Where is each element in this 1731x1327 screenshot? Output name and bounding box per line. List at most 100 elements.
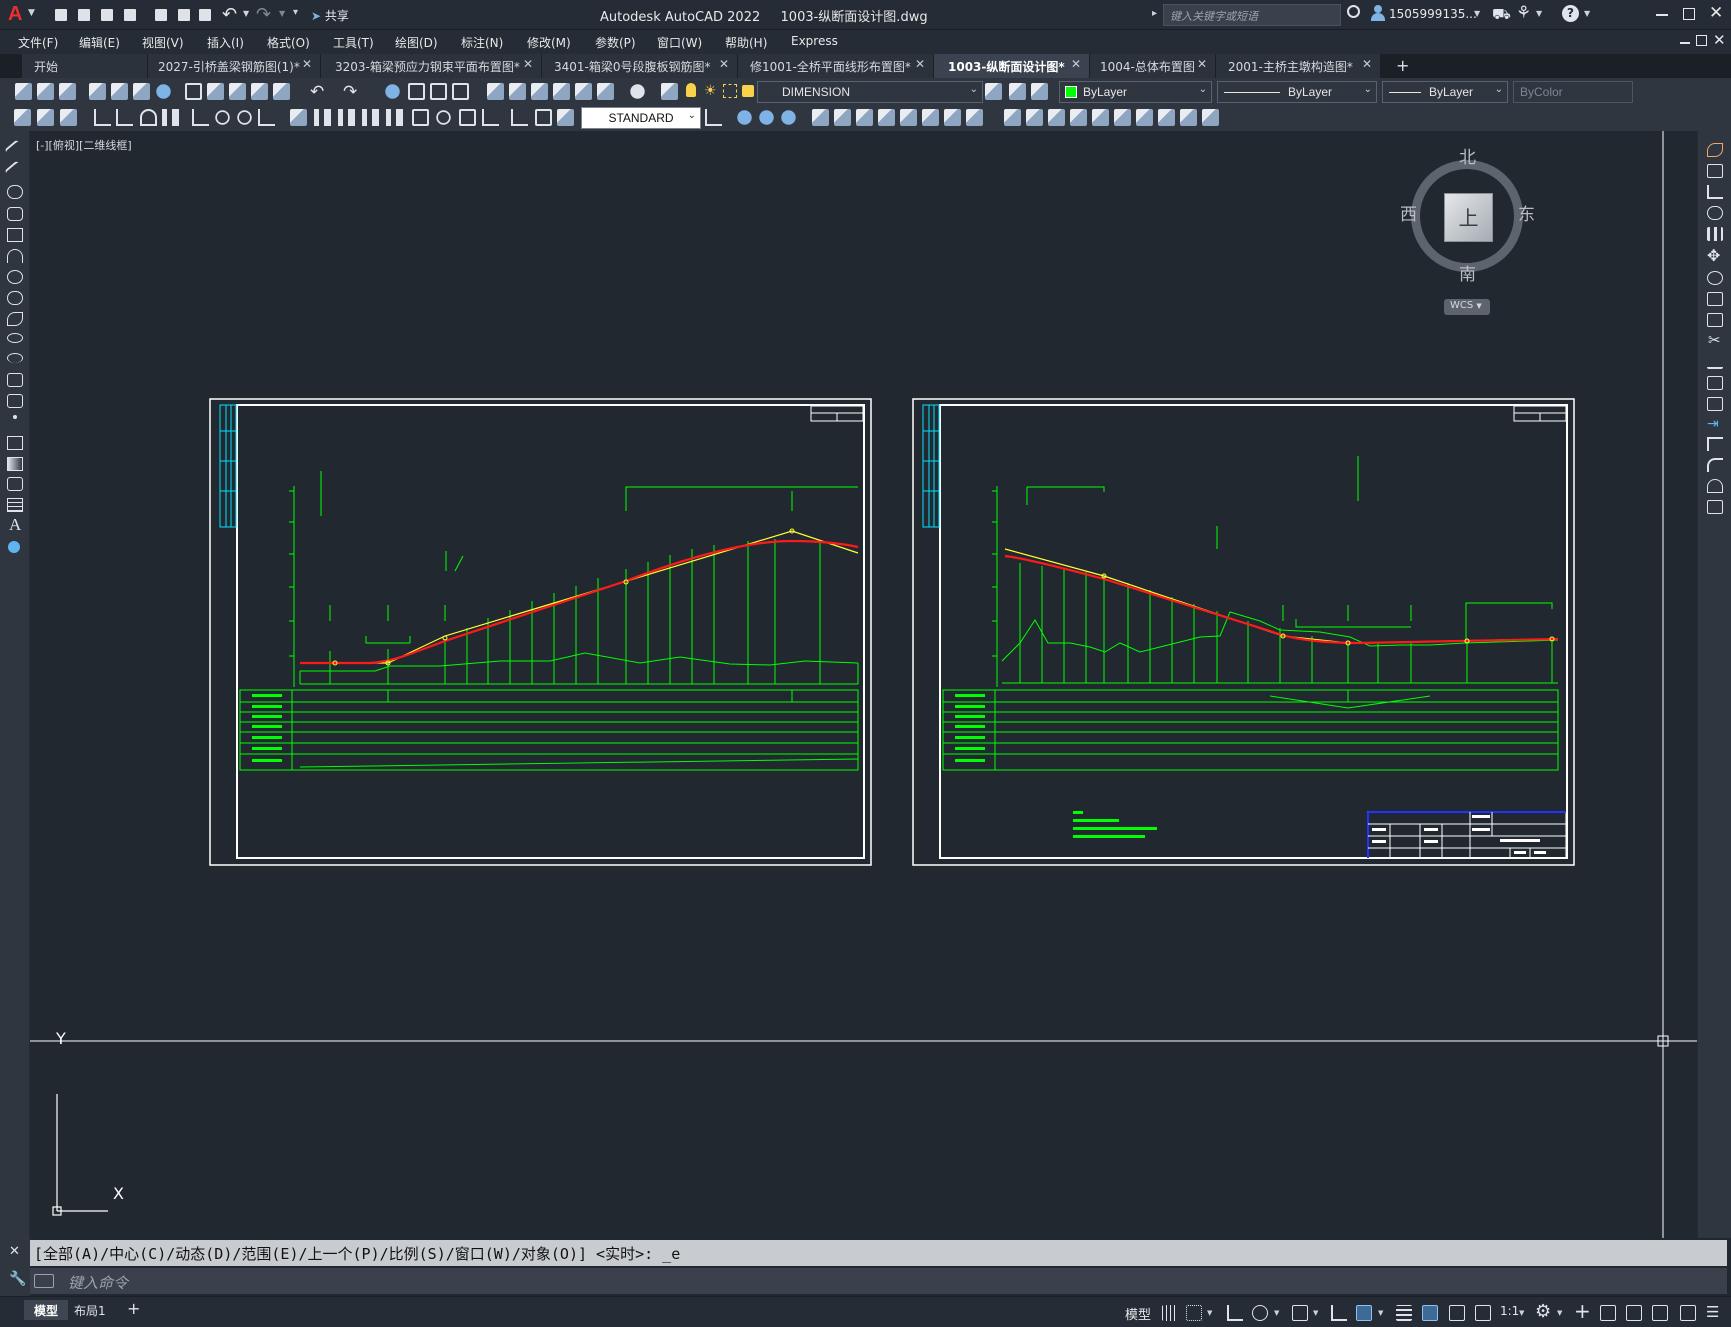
workspace-dropdown-icon[interactable]: ▼ (1557, 1309, 1562, 1317)
tab-2001[interactable]: 2001-主桥主墩构造图* ✕ (1216, 54, 1381, 78)
layer-lock-icon[interactable] (742, 85, 754, 97)
menu-item-modify[interactable]: 修改(M) (527, 34, 571, 51)
compass-north[interactable]: 北 (1459, 143, 1476, 168)
offset-icon[interactable] (1707, 206, 1723, 220)
tab-model-layout[interactable]: 模型 (24, 1300, 69, 1320)
explode-icon[interactable] (1707, 500, 1723, 514)
viewcube[interactable]: 上 北 南 西 东 WCS ▼ (1400, 143, 1536, 315)
doc-minimize-icon[interactable] (1680, 42, 1690, 44)
add-layout-button[interactable]: + (127, 1299, 140, 1318)
tolerance-icon[interactable] (412, 109, 429, 126)
arc-length-icon[interactable] (140, 109, 157, 126)
customize-icon[interactable]: 🔧 (9, 1271, 26, 1287)
compass-west[interactable]: 西 (1400, 200, 1417, 225)
make-block-icon[interactable] (7, 394, 23, 408)
layer-dropdown[interactable]: DIMENSION ⌄ (757, 81, 983, 103)
app-dropdown-icon[interactable]: ▼ (1536, 9, 1542, 18)
extract-edges-icon[interactable] (1114, 109, 1131, 126)
save-icon[interactable] (98, 6, 116, 24)
separate-icon[interactable] (1048, 109, 1065, 126)
copy-object-icon[interactable] (1707, 164, 1723, 178)
menu-item-dimension[interactable]: 标注(N) (461, 34, 503, 51)
linear-dimension-icon[interactable] (94, 109, 111, 126)
tab-close-icon[interactable]: ✕ (1071, 57, 1081, 71)
compass-south[interactable]: 南 (1459, 260, 1476, 285)
cart-icon[interactable]: ⛟ (1492, 5, 1511, 25)
check-icon[interactable] (1092, 109, 1109, 126)
ordinate-dimension-icon[interactable] (162, 109, 179, 126)
line-icon[interactable] (4, 139, 26, 161)
tab-3401[interactable]: 3401-箱梁0号段腹板钢筋图* ✕ (542, 54, 738, 78)
quickcalc-icon[interactable] (597, 83, 614, 100)
annotate-plus-icon[interactable]: + (1574, 1299, 1591, 1323)
user-dropdown-icon[interactable]: ▼ (1474, 9, 1480, 18)
layer-iso-icon[interactable] (14, 109, 31, 126)
tab-close-icon[interactable]: ✕ (719, 57, 729, 71)
object-snap-tracking-icon[interactable] (1331, 1305, 1347, 1321)
plot-preview-icon[interactable] (111, 83, 128, 100)
jogged-dimension-icon[interactable] (215, 110, 230, 125)
zoom-window-icon[interactable] (430, 83, 447, 100)
customize-quick-access-icon[interactable]: ▾ (293, 7, 298, 18)
autodesk-app-icon[interactable]: ⚘ (1516, 3, 1531, 23)
annotation-monitor-icon[interactable] (1422, 1305, 1438, 1321)
fullscreen-icon[interactable] (1680, 1305, 1696, 1321)
qnew-icon[interactable] (15, 83, 32, 100)
tab-close-icon[interactable]: ✕ (915, 57, 925, 71)
dimension-break-icon[interactable] (386, 109, 403, 126)
menu-item-help[interactable]: 帮助(H) (725, 34, 767, 51)
inspection-icon[interactable] (459, 109, 476, 126)
snap-dropdown-icon[interactable]: ▼ (1207, 1309, 1212, 1317)
dimension-update-icon[interactable] (557, 109, 574, 126)
app-menu-chevron-icon[interactable]: ▼ (28, 8, 35, 18)
clean-icon[interactable] (1026, 109, 1043, 126)
layer-uniso-icon[interactable] (37, 109, 54, 126)
layer-on-icon[interactable] (686, 83, 696, 97)
quick-dimension-icon[interactable] (290, 109, 307, 126)
menu-item-tools[interactable]: 工具(T) (333, 34, 374, 51)
erase-icon[interactable] (1707, 143, 1723, 157)
3d-mirror-icon[interactable] (1202, 109, 1219, 126)
3d-rotate-icon[interactable] (1158, 109, 1175, 126)
layer-states-icon[interactable] (1031, 83, 1048, 100)
sheet-set-icon[interactable] (553, 83, 570, 100)
compass-east[interactable]: 东 (1518, 200, 1535, 225)
menu-item-file[interactable]: 文件(F) (18, 34, 58, 51)
color-dropdown[interactable]: ByLayer ⌄ (1059, 81, 1212, 103)
search-icon[interactable] (1347, 5, 1360, 18)
rotate-icon[interactable] (1707, 271, 1723, 285)
help-dropdown-icon[interactable]: ▼ (1584, 9, 1590, 18)
scale-dropdown-icon[interactable]: ▼ (1519, 1309, 1524, 1317)
clean-screen-icon[interactable] (1652, 1305, 1668, 1321)
make-current-layer-icon[interactable] (985, 83, 1002, 100)
construction-line-icon[interactable] (4, 160, 26, 182)
revision-cloud-icon[interactable] (7, 291, 23, 305)
plot-icon[interactable] (89, 83, 106, 100)
copy-icon[interactable] (207, 83, 224, 100)
new-file-icon[interactable] (52, 6, 70, 24)
region-icon[interactable] (7, 477, 23, 491)
copy-faces-icon[interactable] (944, 109, 961, 126)
undo-dropdown-icon[interactable]: ▼ (243, 9, 249, 18)
dimension-text-edit-icon[interactable] (535, 109, 552, 126)
extend-icon[interactable] (1707, 355, 1723, 369)
extrude-faces-icon[interactable] (812, 109, 829, 126)
tab-1003-active[interactable]: 1003-纵断面设计图* ✕ (934, 54, 1090, 78)
user-icon[interactable] (1371, 5, 1385, 21)
point-icon[interactable] (13, 415, 17, 419)
fillet-icon[interactable] (1707, 458, 1723, 472)
object-snap-icon[interactable] (1356, 1305, 1372, 1321)
redo-icon[interactable]: ↷ (343, 82, 357, 102)
tab-close-icon[interactable]: ✕ (1197, 57, 1207, 71)
pan-icon[interactable] (385, 84, 400, 99)
3d-union-icon[interactable] (737, 110, 752, 125)
continue-dimension-icon[interactable] (338, 109, 355, 126)
multiline-text-icon[interactable]: A (9, 515, 21, 535)
lineweight-dropdown[interactable]: ByLayer ⌄ (1382, 81, 1508, 103)
polyline-icon[interactable] (7, 185, 23, 199)
dimension-style-icon[interactable] (705, 109, 722, 126)
table-icon[interactable] (7, 498, 23, 512)
annotation-visibility-icon[interactable] (1449, 1305, 1465, 1321)
cut-icon[interactable] (185, 83, 202, 100)
radius-dimension-icon[interactable] (192, 109, 209, 126)
